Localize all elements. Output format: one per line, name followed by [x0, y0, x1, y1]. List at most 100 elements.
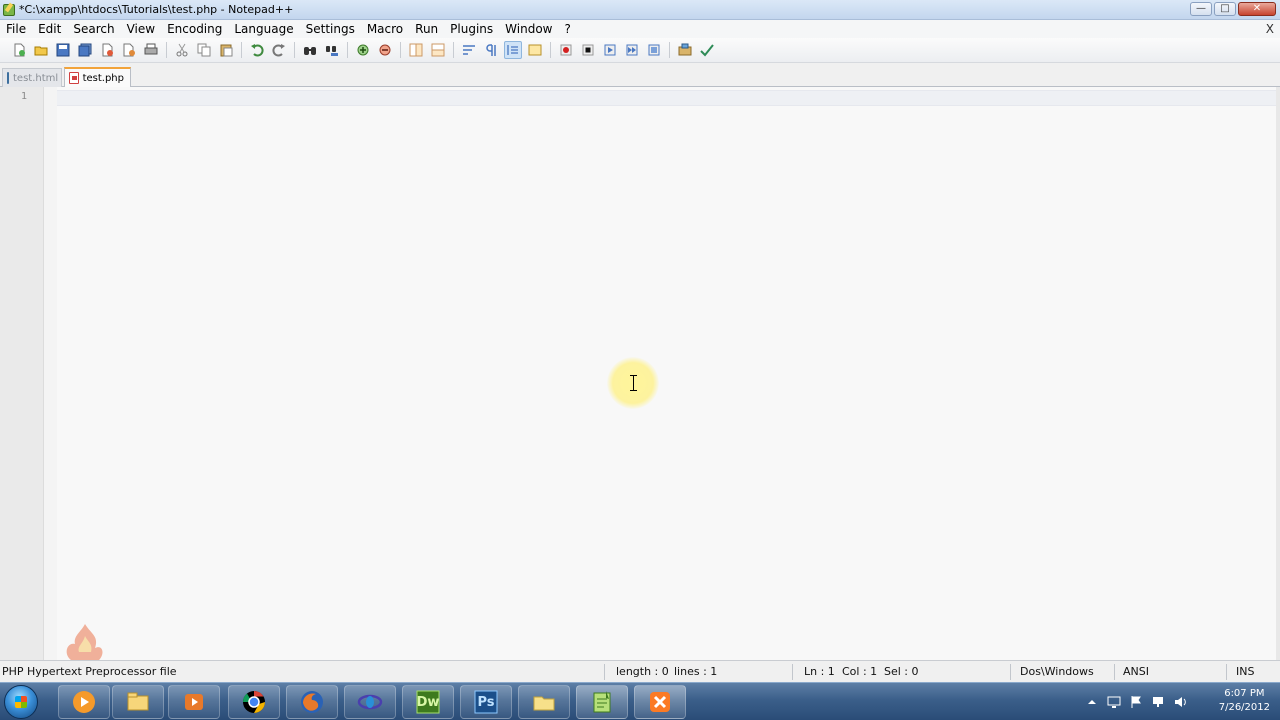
insert-mode-label[interactable]: INS: [1236, 661, 1254, 683]
status-bar: PHP Hypertext Preprocessor file length :…: [0, 660, 1280, 682]
menu-window[interactable]: Window: [499, 20, 558, 38]
status-divider: [792, 664, 793, 680]
maximize-button[interactable]: □: [1214, 2, 1236, 16]
editor-pane[interactable]: 1: [0, 87, 1280, 660]
tab-bar: test.html test.php: [0, 63, 1280, 87]
clock-date: 7/26/2012: [1218, 702, 1270, 713]
replace-icon[interactable]: [323, 41, 341, 59]
close-document-button[interactable]: X: [1266, 20, 1274, 38]
current-line-highlight: [57, 90, 1276, 106]
window-title: *C:\xampp\htdocs\Tutorials\test.php - No…: [19, 3, 294, 16]
toolbar-separator: [241, 42, 242, 58]
paste-icon[interactable]: [217, 41, 235, 59]
show-all-chars-icon[interactable]: [482, 41, 500, 59]
selection-label: Sel : 0: [884, 665, 919, 678]
print-icon[interactable]: [142, 41, 160, 59]
close-all-icon[interactable]: [120, 41, 138, 59]
status-divider: [604, 664, 605, 680]
undo-icon[interactable]: [248, 41, 266, 59]
zoom-in-icon[interactable]: [354, 41, 372, 59]
scrollbar[interactable]: [1276, 87, 1280, 660]
system-clock[interactable]: 6:07 PM 7/26/2012: [1219, 687, 1270, 715]
taskbar-media-center[interactable]: [168, 685, 220, 719]
fold-margin[interactable]: [44, 87, 57, 660]
taskbar-photoshop[interactable]: Ps: [460, 685, 512, 719]
menu-search[interactable]: Search: [67, 20, 120, 38]
cut-icon[interactable]: [173, 41, 191, 59]
notepad-plus-plus-icon: [3, 3, 15, 16]
length-label: length : 0: [616, 665, 669, 678]
toolbar-separator: [669, 42, 670, 58]
dreamweaver-label: Dw: [416, 694, 440, 710]
start-button[interactable]: [4, 685, 38, 719]
minimize-button[interactable]: —: [1190, 2, 1212, 16]
eol-format-label[interactable]: Dos\Windows: [1020, 661, 1094, 683]
zoom-out-icon[interactable]: [376, 41, 394, 59]
save-macro-icon[interactable]: [645, 41, 663, 59]
new-file-icon[interactable]: [10, 41, 28, 59]
network-icon[interactable]: [1151, 695, 1165, 709]
plugin-icon[interactable]: [676, 41, 694, 59]
menu-settings[interactable]: Settings: [300, 20, 361, 38]
record-macro-icon[interactable]: [557, 41, 575, 59]
indent-guide-icon[interactable]: [504, 41, 522, 59]
taskbar-media-player[interactable]: [58, 685, 110, 719]
sync-vertical-icon[interactable]: [407, 41, 425, 59]
volume-icon[interactable]: [1173, 695, 1187, 709]
media-center-icon: [185, 694, 203, 710]
show-hidden-icons-icon[interactable]: [1085, 695, 1099, 709]
taskbar-folder[interactable]: [518, 685, 570, 719]
tab-test-html[interactable]: test.html: [2, 68, 62, 87]
tab-test-php[interactable]: test.php: [64, 67, 131, 87]
find-icon[interactable]: [301, 41, 319, 59]
word-wrap-icon[interactable]: [460, 41, 478, 59]
stop-macro-icon[interactable]: [579, 41, 597, 59]
taskbar-notepad-plus-plus[interactable]: [576, 685, 628, 719]
photoshop-label: Ps: [477, 694, 495, 710]
taskbar-firefox[interactable]: [286, 685, 338, 719]
open-file-icon[interactable]: [32, 41, 50, 59]
file-explorer-icon: [127, 692, 149, 711]
menu-encoding[interactable]: Encoding: [161, 20, 228, 38]
display-icon[interactable]: [1107, 695, 1121, 709]
column-position-label: Col : 1: [842, 665, 878, 678]
menu-view[interactable]: View: [121, 20, 161, 38]
flag-icon[interactable]: [1129, 695, 1143, 709]
menu-macro[interactable]: Macro: [361, 20, 409, 38]
menu-help[interactable]: ?: [558, 20, 576, 38]
menu-run[interactable]: Run: [409, 20, 444, 38]
folder-icon: [533, 696, 555, 711]
save-icon[interactable]: [54, 41, 72, 59]
sync-horizontal-icon[interactable]: [429, 41, 447, 59]
xampp-icon: [650, 692, 670, 712]
taskbar-chrome[interactable]: [228, 685, 280, 719]
menu-plugins[interactable]: Plugins: [444, 20, 499, 38]
run-macro-multiple-icon[interactable]: [623, 41, 641, 59]
spell-check-icon[interactable]: [698, 41, 716, 59]
menu-language[interactable]: Language: [228, 20, 299, 38]
copy-icon[interactable]: [195, 41, 213, 59]
window-controls: — □ ✕: [1190, 2, 1276, 16]
redo-icon[interactable]: [270, 41, 288, 59]
encoding-label[interactable]: ANSI: [1123, 661, 1149, 683]
taskbar-dreamweaver[interactable]: Dw: [402, 685, 454, 719]
close-button[interactable]: ✕: [1238, 2, 1276, 16]
media-player-icon: [73, 691, 95, 713]
status-divider: [1114, 664, 1115, 680]
menu-file[interactable]: File: [0, 20, 32, 38]
toolbar-separator: [550, 42, 551, 58]
taskbar-app[interactable]: [344, 685, 396, 719]
saved-file-icon: [7, 72, 9, 84]
system-tray: [1085, 691, 1187, 713]
toolbar-separator: [400, 42, 401, 58]
menu-edit[interactable]: Edit: [32, 20, 67, 38]
save-all-icon[interactable]: [76, 41, 94, 59]
line-number-gutter[interactable]: 1: [0, 87, 44, 660]
play-macro-icon[interactable]: [601, 41, 619, 59]
notepad-plus-plus-icon: [593, 691, 611, 713]
title-bar[interactable]: *C:\xampp\htdocs\Tutorials\test.php - No…: [0, 0, 1280, 20]
close-icon[interactable]: [98, 41, 116, 59]
taskbar-file-explorer[interactable]: [112, 685, 164, 719]
taskbar-xampp[interactable]: [634, 685, 686, 719]
user-lang-icon[interactable]: [526, 41, 544, 59]
